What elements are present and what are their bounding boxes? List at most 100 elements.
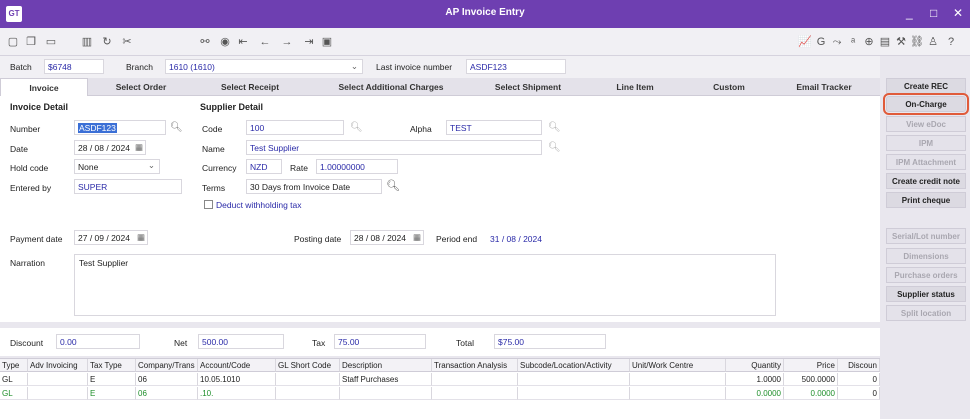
- col-header[interactable]: Transaction Analysis: [432, 359, 518, 372]
- search-icon[interactable]: 🔍︎: [548, 122, 561, 134]
- withholding-checkbox[interactable]: [204, 200, 213, 209]
- view-edoc-button[interactable]: View eDoc: [886, 116, 966, 132]
- table-cell[interactable]: [432, 387, 518, 400]
- discount-field[interactable]: 0.00: [56, 334, 140, 349]
- attach-icon[interactable]: ⊕: [862, 35, 876, 49]
- table-cell[interactable]: [28, 387, 88, 400]
- tab-email-tracker[interactable]: Email Tracker: [768, 78, 880, 96]
- chain-icon[interactable]: ⛓: [910, 35, 924, 49]
- calendar-icon[interactable]: ▦: [137, 232, 145, 243]
- delete-icon[interactable]: ▥: [80, 35, 94, 49]
- next-icon[interactable]: →: [280, 35, 294, 49]
- hold-code-select[interactable]: None ⌄: [74, 159, 160, 174]
- col-header[interactable]: Tax Type: [88, 359, 136, 372]
- col-header[interactable]: Quantity: [726, 359, 784, 372]
- search-icon[interactable]: 🔍︎: [170, 122, 183, 134]
- save-icon[interactable]: ▭: [44, 35, 58, 49]
- col-header[interactable]: Subcode/Location/Activity: [518, 359, 630, 372]
- first-icon[interactable]: ⇤: [236, 35, 250, 49]
- minimize-button[interactable]: _: [906, 6, 913, 20]
- maximize-button[interactable]: □: [930, 6, 937, 20]
- col-header[interactable]: Company/Trans: [136, 359, 198, 372]
- lookup-icon[interactable]: ▣: [320, 35, 334, 49]
- table-cell[interactable]: [518, 373, 630, 386]
- table-cell[interactable]: GL: [0, 387, 28, 400]
- table-cell[interactable]: 0.0000: [784, 387, 838, 400]
- calendar-icon[interactable]: ▦: [135, 142, 143, 153]
- search-icon[interactable]: 🔍︎: [548, 142, 561, 154]
- tab-invoice[interactable]: Invoice: [0, 78, 88, 96]
- name-field[interactable]: Test Supplier: [246, 140, 542, 155]
- prev-icon[interactable]: ←: [258, 35, 272, 49]
- ipm-attachment-button[interactable]: IPM Attachment: [886, 154, 966, 170]
- date-field[interactable]: 28 / 08 / 2024 ▦: [74, 140, 146, 155]
- number-field[interactable]: ASDF123: [74, 120, 166, 135]
- code-field[interactable]: 100: [246, 120, 344, 135]
- batch-field[interactable]: $6748: [44, 59, 104, 74]
- calendar-icon[interactable]: ▦: [413, 232, 421, 243]
- table-cell[interactable]: E: [88, 373, 136, 386]
- search-icon[interactable]: 🔍︎: [350, 122, 363, 134]
- create-credit-note-button[interactable]: Create credit note: [886, 173, 966, 189]
- table-cell[interactable]: 1.0000: [726, 373, 784, 386]
- binoculars-icon[interactable]: ⚯: [198, 35, 212, 49]
- col-header[interactable]: Type: [0, 359, 28, 372]
- narration-textarea[interactable]: Test Supplier: [74, 254, 776, 316]
- table-cell[interactable]: [340, 387, 432, 400]
- posting-date-field[interactable]: 28 / 08 / 2024 ▦: [350, 230, 424, 245]
- table-cell[interactable]: [630, 387, 726, 400]
- split-location-button[interactable]: Split location: [886, 305, 966, 321]
- print-cheque-button[interactable]: Print cheque: [886, 192, 966, 208]
- help-icon[interactable]: ?: [944, 35, 958, 49]
- last-icon[interactable]: ⇥: [302, 35, 316, 49]
- table-cell[interactable]: [28, 373, 88, 386]
- payment-date-field[interactable]: 27 / 09 / 2024 ▦: [74, 230, 148, 245]
- serial-lot-number-button[interactable]: Serial/Lot number: [886, 228, 966, 244]
- col-header[interactable]: Description: [340, 359, 432, 372]
- search-icon[interactable]: 🔍︎: [386, 180, 400, 192]
- on-charge-button[interactable]: On-Charge: [883, 93, 969, 115]
- table-cell[interactable]: [276, 387, 340, 400]
- purchase-orders-button[interactable]: Purchase orders: [886, 267, 966, 283]
- table-cell[interactable]: [276, 373, 340, 386]
- table-cell[interactable]: .10.: [198, 387, 276, 400]
- terms-field[interactable]: 30 Days from Invoice Date: [246, 179, 382, 194]
- afs-icon[interactable]: ᵃ: [846, 35, 860, 49]
- table-cell[interactable]: [518, 387, 630, 400]
- tab-custom[interactable]: Custom: [690, 78, 768, 96]
- tab-select-receipt[interactable]: Select Receipt: [194, 78, 306, 96]
- table-cell[interactable]: [432, 373, 518, 386]
- table-cell[interactable]: 0: [838, 387, 880, 400]
- col-header[interactable]: GL Short Code: [276, 359, 340, 372]
- table-cell[interactable]: Staff Purchases: [340, 373, 432, 386]
- chart-icon[interactable]: 📈: [798, 35, 812, 49]
- person-icon[interactable]: ♙: [926, 35, 940, 49]
- tools-icon[interactable]: ⚒: [894, 35, 908, 49]
- rate-field[interactable]: 1.00000000: [316, 159, 398, 174]
- close-button[interactable]: ✕: [953, 6, 963, 20]
- col-header[interactable]: Price: [784, 359, 838, 372]
- table-cell[interactable]: 06: [136, 387, 198, 400]
- table-cell[interactable]: 500.0000: [784, 373, 838, 386]
- cut-icon[interactable]: ✂: [120, 35, 134, 49]
- alpha-field[interactable]: TEST: [446, 120, 542, 135]
- supplier-status-button[interactable]: Supplier status: [886, 286, 966, 302]
- record-icon[interactable]: ◉: [218, 35, 232, 49]
- table-cell[interactable]: 10.05.1010: [198, 373, 276, 386]
- tab-line-item[interactable]: Line Item: [580, 78, 690, 96]
- branch-select[interactable]: 1610 (1610) ⌄: [165, 59, 363, 74]
- table-cell[interactable]: 06: [136, 373, 198, 386]
- tab-select-order[interactable]: Select Order: [88, 78, 194, 96]
- table-cell[interactable]: 0.0000: [726, 387, 784, 400]
- col-header[interactable]: Account/Code: [198, 359, 276, 372]
- tab-select-additional-charges[interactable]: Select Additional Charges: [306, 78, 476, 96]
- gl-icon[interactable]: G: [814, 35, 828, 49]
- copy-icon[interactable]: ❐: [24, 35, 38, 49]
- link-icon[interactable]: ⤳: [830, 35, 844, 49]
- tab-select-shipment[interactable]: Select Shipment: [476, 78, 580, 96]
- table-cell[interactable]: GL: [0, 373, 28, 386]
- col-header[interactable]: Discoun: [838, 359, 880, 372]
- new-icon[interactable]: ▢: [6, 35, 20, 49]
- refresh-icon[interactable]: ↻: [100, 35, 114, 49]
- doc-icon[interactable]: ▤: [878, 35, 892, 49]
